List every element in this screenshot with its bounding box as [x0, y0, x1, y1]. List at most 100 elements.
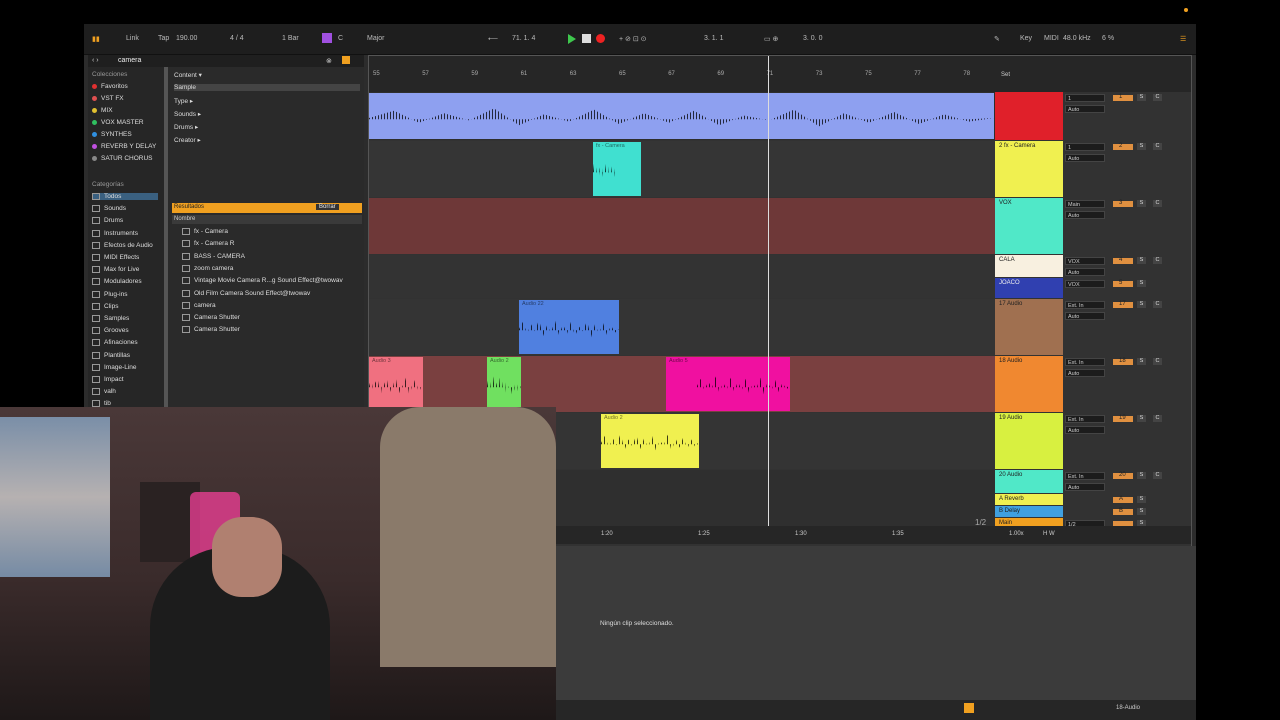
category-item[interactable]: Afinaciones — [92, 339, 138, 347]
collection-item[interactable]: MIX — [92, 107, 113, 114]
track-volume[interactable]: 20 — [1113, 472, 1133, 479]
arrangement-position[interactable]: 71. 1. 4 — [512, 35, 535, 42]
track-volume[interactable]: 3 — [1113, 200, 1133, 207]
routing-select[interactable]: 1 — [1065, 143, 1105, 151]
monitor-auto[interactable]: Auto — [1065, 211, 1105, 219]
time-signature[interactable]: 4 / 4 — [230, 35, 244, 42]
collection-item[interactable]: SYNTHES — [92, 131, 132, 138]
audio-clip[interactable]: fx - Camera — [593, 142, 641, 196]
filter-item[interactable]: Creator ▸ — [174, 136, 201, 144]
audio-clip[interactable]: Audio 2 — [487, 357, 521, 411]
track-volume[interactable]: 18 — [1113, 358, 1133, 365]
category-item[interactable]: Efectos de Audio — [92, 241, 153, 249]
monitor-auto[interactable]: Auto — [1065, 268, 1105, 276]
search-bar[interactable]: ‹ › camera ⊗ — [88, 55, 364, 67]
track-header[interactable]: VOX — [995, 198, 1063, 254]
track-volume[interactable]: 5 — [1113, 280, 1133, 287]
track-header[interactable]: A Reverb — [995, 494, 1063, 505]
track-header[interactable]: CALA — [995, 255, 1063, 277]
audio-clip[interactable]: Audio 5 — [666, 357, 790, 411]
lane-5[interactable] — [369, 299, 995, 355]
track-volume[interactable]: 19 — [1113, 415, 1133, 422]
filter-item[interactable]: Sample — [174, 84, 360, 91]
solo-button[interactable]: S — [1137, 257, 1146, 264]
category-item[interactable]: Image-Line — [92, 363, 137, 371]
category-item[interactable]: Samples — [92, 315, 129, 322]
arm-button[interactable]: C — [1153, 200, 1162, 207]
track-header[interactable]: Main — [995, 518, 1063, 526]
category-item[interactable]: valh — [92, 388, 116, 395]
solo-button[interactable]: S — [1137, 200, 1146, 207]
solo-button[interactable]: S — [1137, 301, 1146, 308]
arm-button[interactable]: C — [1153, 143, 1162, 150]
lane-3[interactable] — [369, 198, 995, 254]
solo-button[interactable]: S — [1137, 415, 1146, 422]
solo-button[interactable]: S — [1137, 508, 1146, 515]
routing-select[interactable]: Ext. In — [1065, 415, 1105, 423]
audio-clip[interactable]: Audio 3 — [369, 357, 423, 411]
loop-length[interactable]: 3. 0. 0 — [803, 35, 822, 42]
solo-button[interactable]: S — [1137, 358, 1146, 365]
track-volume[interactable]: 2 — [1113, 143, 1133, 150]
track-header[interactable]: 20 Audio — [995, 470, 1063, 493]
collection-item[interactable]: REVERB Y DELAY — [92, 143, 156, 150]
record-button[interactable] — [596, 34, 605, 43]
arrow-icon[interactable]: ⟵ — [488, 35, 498, 43]
audio-clip[interactable]: Audio 22 — [519, 300, 619, 354]
clear-search-icon[interactable]: ⊗ — [326, 57, 332, 65]
track-header[interactable]: B Delay — [995, 506, 1063, 517]
category-item[interactable]: Instruments — [92, 229, 138, 237]
category-item[interactable]: MIDI Effects — [92, 254, 139, 261]
routing-select[interactable]: Ext. In — [1065, 301, 1105, 309]
solo-button[interactable]: S — [1137, 143, 1146, 150]
filter-item[interactable]: Content ▾ — [174, 71, 202, 79]
category-item[interactable]: Moduladores — [92, 278, 142, 286]
filter-item[interactable]: Type ▸ — [174, 97, 193, 105]
arm-button[interactable]: C — [1153, 415, 1162, 422]
track-header[interactable]: 18 Audio — [995, 356, 1063, 412]
routing-select[interactable]: Ext. In — [1065, 472, 1105, 480]
zoom-level[interactable]: 1.00x — [1009, 531, 1024, 537]
scale-menu[interactable]: Major — [367, 35, 385, 42]
category-item[interactable]: Clips — [92, 302, 118, 310]
timeline-ruler[interactable]: 55 57 59 61 63 65 67 69 71 73 75 77 78 — [369, 56, 995, 92]
back-icon[interactable]: ‹ › — [92, 57, 99, 64]
category-item[interactable]: Plantillas — [92, 351, 130, 359]
result-item[interactable]: fx - Camera R — [182, 240, 234, 248]
midi-map-button[interactable]: MIDI — [1044, 35, 1059, 42]
draw-icon[interactable]: ✎ — [994, 35, 1000, 43]
arm-button[interactable]: C — [1153, 257, 1162, 264]
category-item[interactable]: Max for Live — [92, 266, 139, 273]
category-item[interactable]: Drums — [92, 217, 123, 225]
category-item[interactable]: Todos — [92, 193, 158, 201]
solo-button[interactable]: S — [1137, 280, 1146, 287]
monitor-auto[interactable]: Auto — [1065, 369, 1105, 377]
audio-clip[interactable] — [369, 93, 994, 139]
tempo-field[interactable]: 190.00 — [176, 35, 197, 42]
lane-2[interactable] — [369, 141, 995, 197]
arm-button[interactable]: C — [1153, 472, 1162, 479]
track-header[interactable] — [995, 92, 1063, 140]
category-item[interactable]: Plug-ins — [92, 290, 127, 298]
result-item[interactable]: camera — [182, 301, 216, 309]
quantize-menu[interactable]: 1 Bar — [282, 35, 299, 42]
collection-item[interactable]: Favoritos — [92, 83, 128, 90]
result-item[interactable]: BASS - CAMERA — [182, 252, 245, 260]
monitor-auto[interactable]: Auto — [1065, 154, 1105, 162]
lane-4[interactable] — [369, 255, 995, 298]
track-volume[interactable]: 17 — [1113, 301, 1133, 308]
hw-toggle[interactable]: H W — [1043, 531, 1055, 537]
track-volume[interactable]: B — [1113, 508, 1133, 515]
result-item[interactable]: zoom camera — [182, 264, 233, 272]
clip-view-toggle[interactable] — [964, 703, 974, 713]
key-menu[interactable]: C — [338, 35, 343, 42]
track-header[interactable]: JOACO — [995, 278, 1063, 298]
arm-button[interactable]: C — [1153, 358, 1162, 365]
solo-button[interactable]: S — [1137, 496, 1146, 503]
filter-icon[interactable] — [342, 56, 350, 64]
arm-button[interactable]: C — [1153, 94, 1162, 101]
clear-button[interactable]: Borrar — [316, 204, 339, 210]
automation-icons[interactable]: + ⊘ ⊡ ⊙ — [619, 35, 647, 43]
play-button[interactable] — [568, 34, 576, 44]
track-header[interactable]: 17 Audio — [995, 299, 1063, 355]
